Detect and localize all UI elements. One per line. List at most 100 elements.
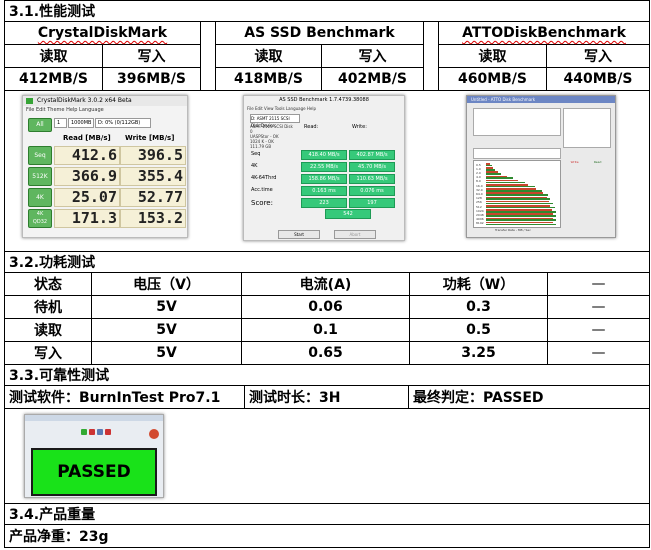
power-watts: 0.3 [409, 295, 548, 319]
asssd-read-result: 22.55 MB/s [301, 162, 347, 172]
write-label: 写入 [102, 44, 201, 68]
atto-bar-read [486, 177, 513, 179]
column-spacer [200, 67, 216, 91]
tool-name-asssd: AS SSD Benchmark [215, 21, 424, 45]
cdm-logo-icon [26, 98, 33, 104]
asssd-drive-select[interactable]: D: ASMT 2115 SCSI Disk Device [250, 114, 300, 128]
asssd-score-label: Score: [251, 199, 273, 207]
cdm-drive-select[interactable]: D: 0% (0/112GB) [95, 118, 151, 128]
stop-icon [105, 429, 111, 435]
passed-banner: PASSED [31, 448, 157, 496]
settings-icon [97, 429, 103, 435]
cdm-size-select[interactable]: 1000MB [68, 118, 94, 128]
section-heading-power: 3.2.功耗测试 [3, 252, 651, 273]
atto-plot: 0.5 1.0 2.0 4.0 8.0 16.0 32.0 64.0 128 256 512 1024… [473, 160, 561, 228]
atto-write-value: 440MB/S [546, 67, 650, 91]
atto-bar-read [486, 181, 525, 184]
power-current: 0.1 [241, 318, 410, 342]
power-table: 3.2.功耗测试 状态 电压（V） 电流(A) 功耗（W） — 待机 5V 0.… [3, 252, 651, 365]
asssd-write-result: 110.63 MB/s [349, 174, 395, 184]
atto-bar-read [486, 190, 542, 192]
atto-bar-read [486, 202, 554, 205]
cdm-write-cell: 52.77 [120, 188, 186, 207]
read-label: 读取 [438, 44, 547, 68]
atto-bar-read [486, 164, 492, 167]
atto-bar-read [486, 194, 548, 196]
power-state: 待机 [4, 295, 92, 319]
atto-controls [473, 108, 561, 136]
asssd-score-write: 197 [349, 198, 395, 208]
asssd-write-result: 402.87 MB/s [349, 150, 395, 160]
cdm-read-header: Read [MB/s] [63, 134, 111, 142]
asssd-read-result: 418.40 MB/s [301, 150, 347, 160]
atto-bar-read [486, 219, 556, 221]
power-watts: 0.5 [409, 318, 548, 342]
cdm-all-button[interactable]: All [28, 118, 52, 132]
atto-tick-label: 8192 [476, 221, 484, 226]
section-heading-reliability: 3.3.可靠性测试 [3, 365, 651, 386]
power-note: — [546, 341, 651, 365]
asssd-row-label: 4K-64Thrd [251, 175, 277, 181]
cdm-read-cell: 25.07 [54, 188, 120, 207]
column-spacer [423, 67, 439, 91]
test-duration: 测试时长：3H [244, 385, 409, 409]
atto-bar-read [486, 198, 551, 200]
asssd-screenshot: AS SSD Benchmark 1.7.4739.38088 File Edi… [243, 95, 405, 241]
atto-read-value: 460MB/S [438, 67, 547, 91]
asssd-write-header: Write: [352, 124, 367, 130]
asssd-start-button[interactable]: Start [278, 230, 320, 239]
asssd-read-result: 158.86 MB/s [301, 174, 347, 184]
atto-bar-read [486, 206, 555, 209]
asssd-write-value: 402MB/S [321, 67, 424, 91]
write-label: 写入 [321, 44, 424, 68]
asssd-score-read: 223 [301, 198, 347, 208]
power-header-current: 电流(A) [241, 272, 410, 296]
asssd-write-result: 45.70 MB/s [349, 162, 395, 172]
atto-description [473, 148, 561, 159]
asssd-row-label: Seq [251, 151, 261, 157]
atto-bar-read [486, 215, 556, 217]
cdm-row-button[interactable]: Seq [28, 146, 52, 165]
atto-bar-read [486, 169, 496, 171]
cdm-runs-select[interactable]: 1 [54, 118, 67, 128]
column-spacer [423, 44, 439, 68]
test-software: 测试软件：BurnInTest Pro7.1 [4, 385, 245, 409]
net-weight: 产品净重：23g [3, 524, 651, 548]
read-label: 读取 [4, 44, 103, 68]
atto-bar-read [486, 223, 556, 226]
cdm-titlebar: CrystalDiskMark 3.0.2 x64 Beta [23, 96, 187, 106]
section-heading-performance: 3.1.性能测试 [4, 0, 650, 22]
burnintest-titlebar [25, 415, 163, 421]
burnintest-screenshot: PASSED [24, 414, 164, 498]
power-watts: 3.25 [409, 341, 548, 365]
power-header-voltage: 电压（V） [91, 272, 242, 296]
asssd-score-total: 542 [325, 209, 371, 219]
atto-results-list: Write Read [563, 160, 609, 164]
asssd-drive-info: ASMT 2115 SCSI Disk 0 UASPStor - OK 1024 K … [250, 124, 293, 149]
power-note: — [546, 295, 651, 319]
asssd-abort-button[interactable]: Abort [334, 230, 376, 239]
cdm-row-button[interactable]: 512K [28, 167, 52, 186]
atto-legend-read: Read [593, 160, 602, 164]
atto-bar-read [486, 173, 502, 175]
cdm-write-cell: 153.2 [120, 209, 186, 228]
asssd-read-header: Read: [304, 124, 319, 130]
atto-bar-read [486, 185, 535, 188]
power-state: 写入 [4, 341, 92, 365]
asssd-write-result: 0.076 ms [349, 186, 395, 196]
power-current: 0.65 [241, 341, 410, 365]
cdm-read-value: 412MB/S [4, 67, 103, 91]
atto-options [563, 108, 611, 148]
asssd-row-label: 4K [251, 163, 258, 169]
column-spacer [423, 21, 439, 45]
asssd-title: AS SSD Benchmark 1.7.4739.38088 [279, 97, 369, 103]
crystaldiskmark-screenshot: CrystalDiskMark 3.0.2 x64 Beta File Edit… [22, 95, 188, 238]
cdm-row-button[interactable]: 4K QD32 [28, 209, 52, 228]
cdm-read-cell: 412.6 [54, 146, 120, 165]
atto-footer: Transfer Rate - MB / Sec [495, 228, 531, 232]
section-heading-weight: 3.4.产品重量 [3, 503, 651, 525]
power-current: 0.06 [241, 295, 410, 319]
cdm-row-button[interactable]: 4K [28, 188, 52, 207]
power-header-note: — [546, 272, 651, 296]
cdm-read-cell: 171.3 [54, 209, 120, 228]
